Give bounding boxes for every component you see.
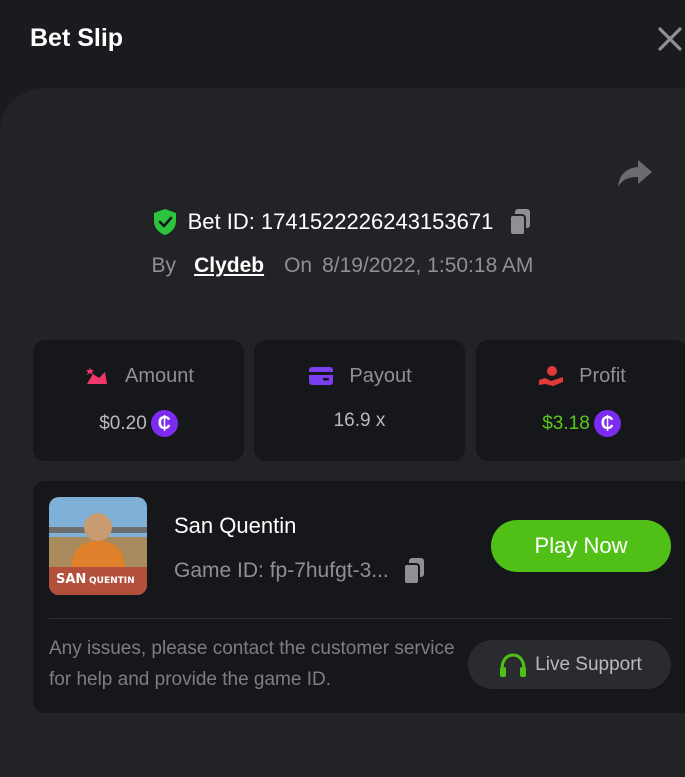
- amount-icon: [86, 367, 108, 384]
- payout-card: Payout 16.9 x: [254, 340, 465, 461]
- amount-card: Amount $0.20 ₵: [33, 340, 244, 461]
- divider: [49, 618, 671, 619]
- play-now-button[interactable]: Play Now: [491, 520, 671, 572]
- payout-card-icon: [309, 367, 334, 385]
- on-label: On: [284, 254, 313, 277]
- bet-datetime: 8/19/2022, 1:50:18 AM: [322, 254, 534, 277]
- game-name: San Quentin: [174, 513, 297, 538]
- copy-bet-id-icon[interactable]: [507, 207, 533, 237]
- amount-label: Amount: [125, 364, 194, 387]
- game-card: SAN QUENTIN San Quentin Game ID: fp-7huf…: [33, 481, 685, 713]
- game-id-row: Game ID: fp-7hufgt-3...: [174, 556, 427, 586]
- thumbnail-caption-san: SAN: [56, 572, 86, 587]
- coin-icon: ₵: [593, 410, 621, 437]
- profit-label: Profit: [579, 364, 626, 387]
- username-link[interactable]: Clydeb: [194, 254, 264, 278]
- bet-id-value: 1741522226243153671: [260, 209, 494, 234]
- coin-icon: ₵: [150, 410, 178, 437]
- thumbnail-caption-quentin: QUENTIN: [89, 576, 135, 586]
- live-support-button[interactable]: Live Support: [468, 640, 671, 689]
- bet-id-row: Bet ID: 1741522226243153671: [0, 204, 685, 240]
- profit-hand-coin-icon: [539, 366, 564, 386]
- game-thumbnail[interactable]: SAN QUENTIN: [49, 497, 147, 595]
- copy-game-id-icon[interactable]: [401, 556, 427, 586]
- verified-shield-icon: [153, 209, 176, 235]
- live-support-label: Live Support: [535, 653, 642, 675]
- profit-value: $3.18: [542, 412, 590, 434]
- amount-value: $0.20: [99, 412, 147, 434]
- by-label: By: [151, 254, 177, 277]
- bet-meta-row: By Clydeb On 8/19/2022, 1:50:18 AM: [0, 250, 685, 282]
- headset-icon: [500, 652, 527, 677]
- profit-card: Profit $3.18 ₵: [476, 340, 685, 461]
- payout-value: 16.9 x: [333, 410, 386, 431]
- help-text: Any issues, please contact the customer …: [49, 638, 455, 690]
- game-id-text: Game ID: fp-7hufgt-3...: [174, 559, 389, 582]
- game-thumbnail-art: SAN QUENTIN: [49, 497, 147, 595]
- bet-slip-header: Bet Slip: [0, 0, 685, 80]
- page-title: Bet Slip: [30, 24, 124, 52]
- bet-id-label: Bet ID:: [187, 209, 255, 234]
- share-icon[interactable]: [616, 156, 654, 190]
- close-icon[interactable]: [657, 26, 683, 52]
- payout-label: Payout: [349, 364, 412, 387]
